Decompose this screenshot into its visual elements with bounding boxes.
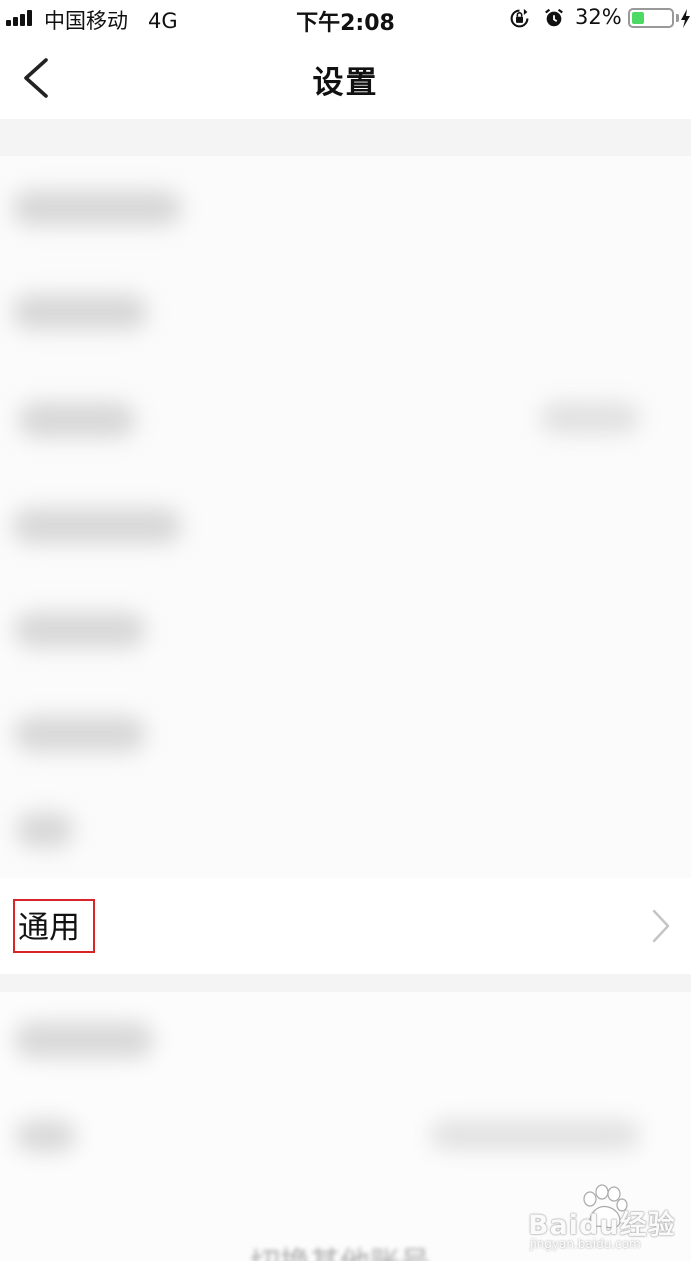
baidu-watermark: Baidu经验 jingyan.baidu.com [528, 1183, 678, 1253]
settings-row-blurred[interactable] [0, 156, 691, 260]
settings-group-main: 通用 [0, 156, 691, 974]
settings-row-blurred[interactable] [0, 572, 691, 676]
nav-bar: 设置 [0, 38, 691, 119]
settings-row-blurred[interactable] [0, 780, 691, 880]
settings-row-blurred[interactable] [0, 364, 691, 468]
settings-row-blurred[interactable] [0, 992, 691, 1088]
highlight-box [13, 899, 95, 953]
battery-fill [632, 12, 644, 24]
settings-row-blurred[interactable] [0, 260, 691, 364]
settings-row-blurred[interactable] [0, 468, 691, 572]
rotation-lock-icon [510, 8, 529, 28]
alarm-icon [545, 8, 563, 27]
settings-row-general[interactable]: 通用 [0, 878, 691, 974]
page-title: 设置 [312, 65, 379, 101]
battery-percent: 32% [575, 5, 622, 29]
watermark-domain: jingyan.baidu.com [530, 1237, 641, 1251]
status-bar: 中国移动 4G 下午2:08 32% [0, 0, 691, 38]
charging-bolt-icon [681, 9, 690, 28]
battery-tip [676, 14, 679, 22]
switch-account-button[interactable]: 切换其他账号 [250, 1238, 430, 1261]
settings-row-blurred[interactable] [0, 676, 691, 780]
chevron-right-icon [652, 909, 670, 943]
settings-row-blurred[interactable] [0, 1088, 691, 1184]
battery-icon [628, 8, 674, 28]
